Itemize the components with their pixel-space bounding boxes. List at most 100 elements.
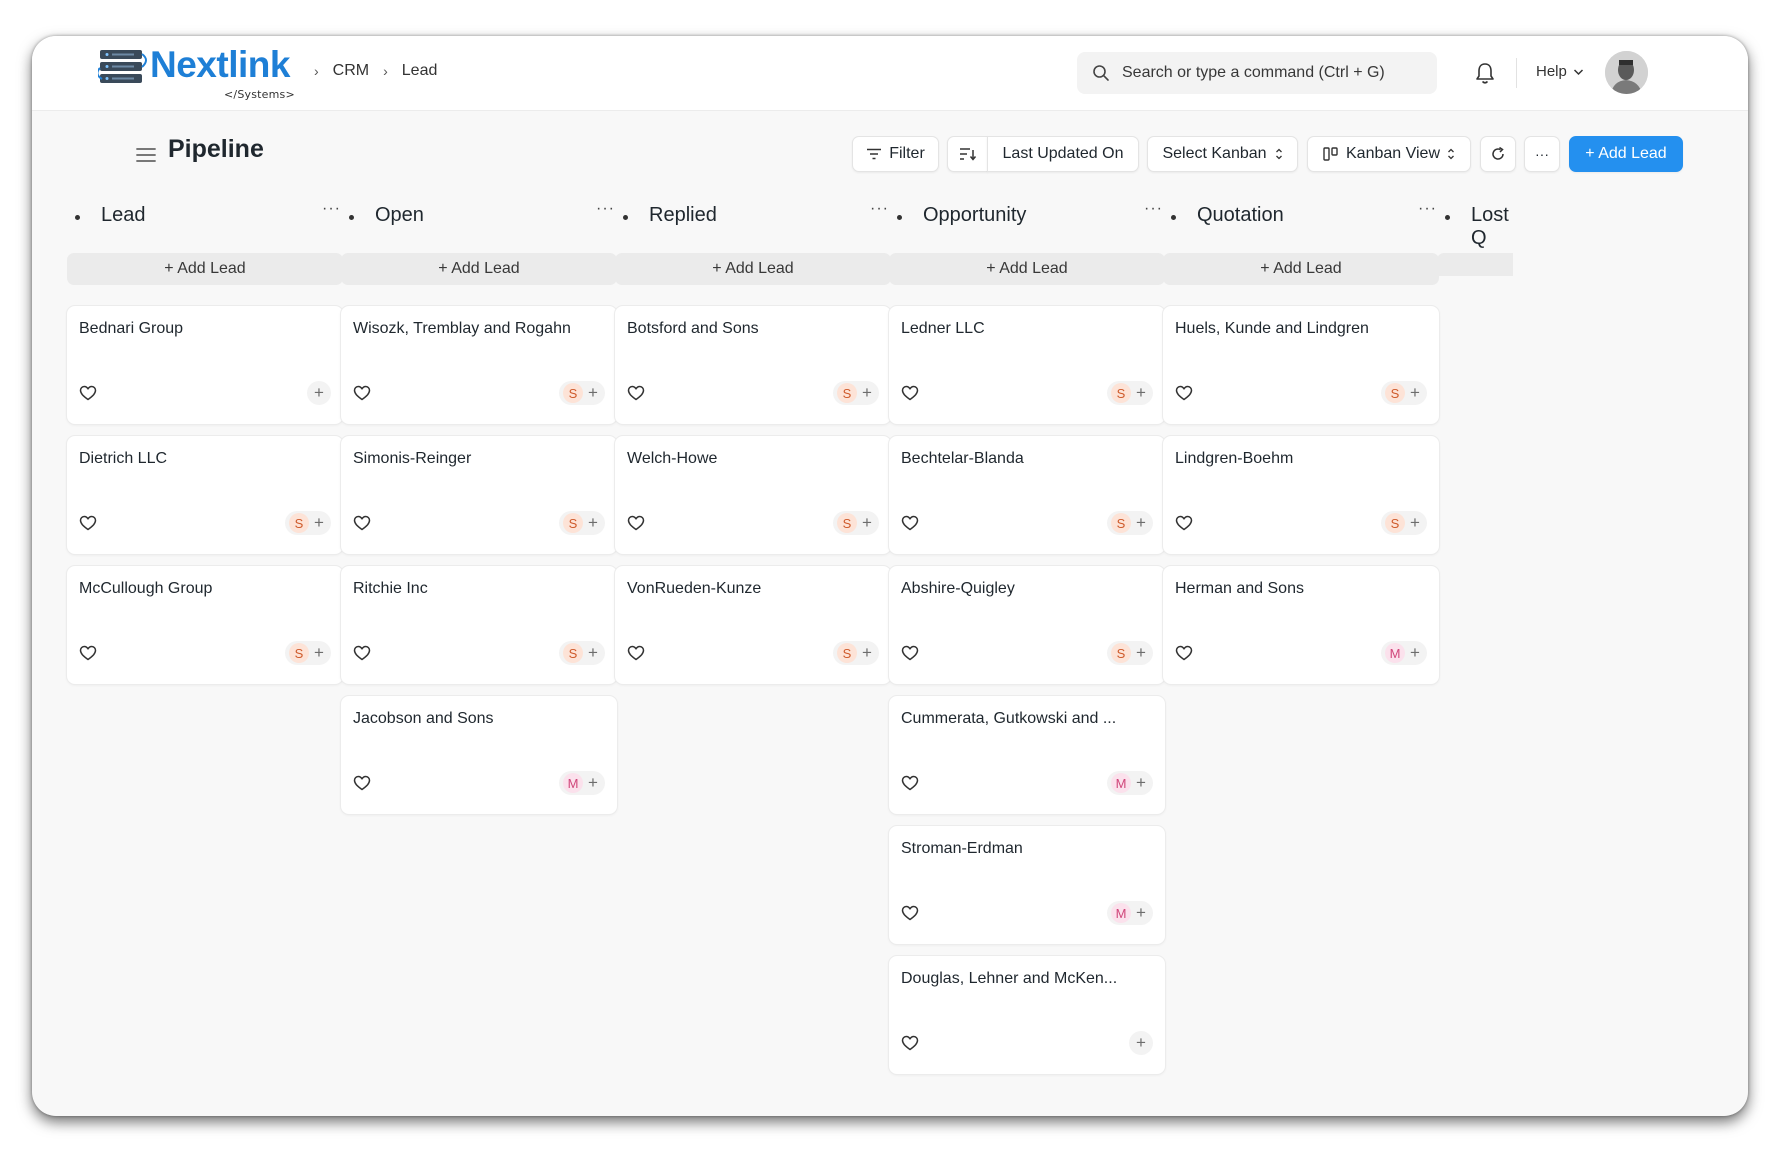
assignee-pill[interactable]: M + (1381, 641, 1427, 665)
add-assignee-icon[interactable]: + (1134, 903, 1148, 923)
assignee-pill[interactable]: S + (833, 511, 879, 535)
heart-icon[interactable] (353, 514, 371, 532)
add-assignee-icon[interactable]: + (860, 513, 874, 533)
column-more-icon[interactable]: ··· (1418, 200, 1437, 218)
lead-card[interactable]: Herman and Sons M + (1163, 566, 1439, 684)
column-add-lead-button[interactable]: + Add Lead (67, 253, 343, 285)
add-assignee-icon[interactable]: + (1134, 513, 1148, 533)
breadcrumb-lead[interactable]: Lead (402, 62, 438, 80)
add-assignee-icon[interactable]: + (586, 513, 600, 533)
lead-card[interactable]: Abshire-Quigley S + (889, 566, 1165, 684)
select-kanban-dropdown[interactable]: Select Kanban (1147, 136, 1298, 172)
column-more-icon[interactable]: ··· (596, 200, 615, 218)
add-assignee-icon[interactable]: + (1134, 383, 1148, 403)
column-add-lead-button[interactable] (1437, 253, 1513, 276)
heart-icon[interactable] (627, 514, 645, 532)
add-assignee-icon[interactable]: + (1134, 1033, 1148, 1053)
lead-card[interactable]: VonRueden-Kunze S + (615, 566, 891, 684)
lead-card[interactable]: Bednari Group + (67, 306, 343, 424)
add-assignee-icon[interactable]: + (860, 383, 874, 403)
lead-card[interactable]: Stroman-Erdman M + (889, 826, 1165, 944)
heart-icon[interactable] (901, 514, 919, 532)
column-more-icon[interactable]: ··· (1144, 200, 1163, 218)
heart-icon[interactable] (79, 384, 97, 402)
lead-card[interactable]: Jacobson and Sons M + (341, 696, 617, 814)
lead-card[interactable]: McCullough Group S + (67, 566, 343, 684)
filter-button[interactable]: Filter (852, 136, 939, 172)
add-assignee-icon[interactable]: + (586, 383, 600, 403)
assignee-pill[interactable]: S + (833, 381, 879, 405)
add-assignee-icon[interactable]: + (1408, 383, 1422, 403)
assignee-pill[interactable]: S + (833, 641, 879, 665)
add-lead-button[interactable]: + Add Lead (1569, 136, 1683, 172)
heart-icon[interactable] (901, 1034, 919, 1052)
more-actions-button[interactable]: ··· (1524, 136, 1560, 172)
help-dropdown[interactable]: Help (1536, 63, 1584, 80)
assignee-pill[interactable]: S + (285, 511, 331, 535)
sort-order-button[interactable] (947, 136, 988, 172)
heart-icon[interactable] (79, 514, 97, 532)
add-assignee-icon[interactable]: + (1408, 643, 1422, 663)
lead-card[interactable]: Cummerata, Gutkowski and ... M + (889, 696, 1165, 814)
assignee-pill[interactable]: M + (559, 771, 605, 795)
add-assignee-icon[interactable]: + (1134, 643, 1148, 663)
sort-field-button[interactable]: Last Updated On (987, 136, 1139, 172)
refresh-button[interactable] (1480, 136, 1516, 172)
lead-card[interactable]: Ritchie Inc S + (341, 566, 617, 684)
assignee-pill[interactable]: S + (1107, 381, 1153, 405)
column-add-lead-button[interactable]: + Add Lead (615, 253, 891, 285)
bell-icon[interactable] (1474, 61, 1496, 85)
lead-card[interactable]: Huels, Kunde and Lindgren S + (1163, 306, 1439, 424)
heart-icon[interactable] (1175, 644, 1193, 662)
heart-icon[interactable] (901, 774, 919, 792)
heart-icon[interactable] (353, 644, 371, 662)
assignee-pill[interactable]: S + (1381, 511, 1427, 535)
lead-card[interactable]: Douglas, Lehner and McKen... + (889, 956, 1165, 1074)
column-more-icon[interactable]: ··· (322, 200, 341, 218)
assignee-pill[interactable]: S + (559, 641, 605, 665)
heart-icon[interactable] (353, 384, 371, 402)
add-assignee-icon[interactable]: + (312, 643, 326, 663)
heart-icon[interactable] (1175, 514, 1193, 532)
lead-card[interactable]: Simonis-Reinger S + (341, 436, 617, 554)
add-assignee-icon[interactable]: + (1408, 513, 1422, 533)
add-assignee-icon[interactable]: + (312, 383, 326, 403)
search-bar[interactable]: Search or type a command (Ctrl + G) (1077, 52, 1437, 94)
assignee-pill[interactable]: + (1129, 1031, 1153, 1055)
assignee-pill[interactable]: S + (285, 641, 331, 665)
brand-logo[interactable]: Nextlink </Systems> (98, 44, 295, 101)
add-assignee-icon[interactable]: + (586, 643, 600, 663)
view-switcher-dropdown[interactable]: Kanban View (1307, 136, 1471, 172)
add-assignee-icon[interactable]: + (586, 773, 600, 793)
assignee-pill[interactable]: S + (559, 511, 605, 535)
add-assignee-icon[interactable]: + (312, 513, 326, 533)
assignee-pill[interactable]: S + (1107, 511, 1153, 535)
column-add-lead-button[interactable]: + Add Lead (889, 253, 1165, 285)
heart-icon[interactable] (627, 644, 645, 662)
assignee-pill[interactable]: M + (1107, 771, 1153, 795)
assignee-pill[interactable]: S + (559, 381, 605, 405)
lead-card[interactable]: Welch-Howe S + (615, 436, 891, 554)
column-more-icon[interactable]: ··· (870, 200, 889, 218)
lead-card[interactable]: Ledner LLC S + (889, 306, 1165, 424)
breadcrumb-crm[interactable]: CRM (333, 62, 369, 80)
column-add-lead-button[interactable]: + Add Lead (341, 253, 617, 285)
heart-icon[interactable] (901, 384, 919, 402)
heart-icon[interactable] (901, 904, 919, 922)
user-avatar[interactable] (1605, 51, 1648, 94)
heart-icon[interactable] (353, 774, 371, 792)
column-add-lead-button[interactable]: + Add Lead (1163, 253, 1439, 285)
heart-icon[interactable] (901, 644, 919, 662)
assignee-pill[interactable]: M + (1107, 901, 1153, 925)
assignee-pill[interactable]: S + (1381, 381, 1427, 405)
lead-card[interactable]: Wisozk, Tremblay and Rogahn S + (341, 306, 617, 424)
lead-card[interactable]: Botsford and Sons S + (615, 306, 891, 424)
heart-icon[interactable] (79, 644, 97, 662)
heart-icon[interactable] (627, 384, 645, 402)
heart-icon[interactable] (1175, 384, 1193, 402)
sidebar-toggle-icon[interactable] (135, 146, 157, 164)
assignee-pill[interactable]: S + (1107, 641, 1153, 665)
lead-card[interactable]: Dietrich LLC S + (67, 436, 343, 554)
lead-card[interactable]: Bechtelar-Blanda S + (889, 436, 1165, 554)
lead-card[interactable]: Lindgren-Boehm S + (1163, 436, 1439, 554)
